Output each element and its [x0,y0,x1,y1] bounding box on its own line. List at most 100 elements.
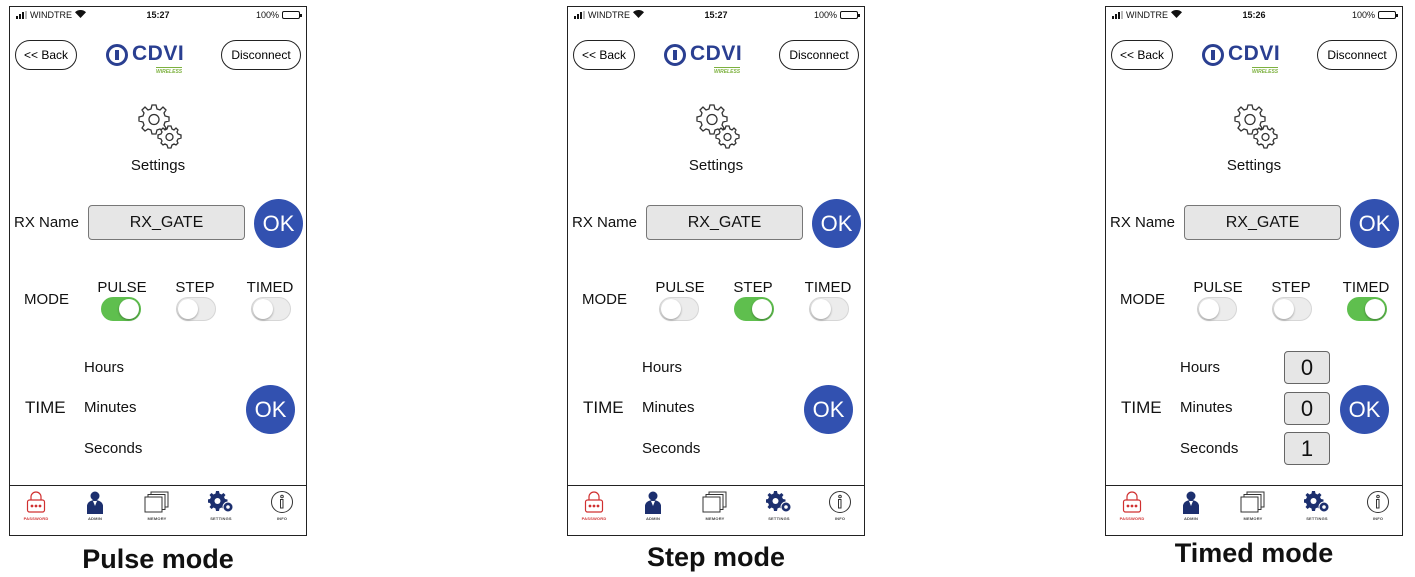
mode-step-toggle[interactable] [734,297,774,321]
status-bar: WINDTRE 15:26 100% [1106,7,1402,25]
rx-name-label: RX Name [572,214,638,231]
admin-user-icon [631,490,675,514]
seconds-label: Seconds [1180,440,1239,457]
padlock-icon [14,490,58,514]
page-title: Settings [1226,157,1282,174]
tab-label: ADMIN [645,516,661,521]
rx-name-input[interactable]: RX_GATE [1184,205,1341,240]
disconnect-button[interactable]: Disconnect [779,40,859,70]
tab-password[interactable]: PASSWORD [572,490,616,534]
cdvi-logo-mark [106,44,128,66]
seconds-input[interactable]: 1 [1284,432,1330,465]
tab-settings[interactable]: SETTINGS [757,490,801,534]
mode-timed-toggle[interactable] [251,297,291,321]
tab-admin[interactable]: ADMIN [73,490,117,534]
logo-subtitle: WIRELESS [156,67,183,75]
tab-password[interactable]: PASSWORD [14,490,58,534]
tab-admin[interactable]: ADMIN [1169,490,1213,534]
toggle-knob [752,299,772,319]
minutes-input[interactable]: 0 [1284,392,1330,425]
toggle-knob [119,299,139,319]
seconds-label: Seconds [84,440,143,457]
hours-input[interactable]: 0 [1284,351,1330,384]
tab-bar: PASSWORD ADMIN MEMORY SETTINGS INFO [568,485,864,536]
minutes-label: Minutes [84,399,137,416]
tab-info[interactable]: INFO [1356,490,1400,534]
tab-label: ADMIN [87,516,103,521]
back-button[interactable]: << Back [573,40,635,70]
info-icon [260,490,304,514]
settings-gear-icon [1228,99,1280,151]
rx-name-input[interactable]: RX_GATE [88,205,245,240]
tab-memory[interactable]: MEMORY [1231,490,1275,534]
memory-stack-icon [693,490,737,514]
tab-label: PASSWORD [581,516,607,521]
tab-bar: PASSWORD ADMIN MEMORY SETTINGS INFO [10,485,306,536]
tab-label: INFO [1372,516,1384,521]
battery-icon [1378,11,1398,19]
rx-name-ok-button[interactable]: OK [812,199,861,248]
time-label: TIME [583,398,624,417]
time-ok-button[interactable]: OK [804,385,853,434]
memory-stack-icon [1231,490,1275,514]
tab-label: PASSWORD [1119,516,1145,521]
mode-step-toggle[interactable] [176,297,216,321]
battery-status: 100% [256,10,302,20]
time-ok-button[interactable]: OK [1340,385,1389,434]
mode-step-toggle[interactable] [1272,297,1312,321]
rx-name-label: RX Name [1110,214,1176,231]
mode-timed-toggle[interactable] [1347,297,1387,321]
tab-settings[interactable]: SETTINGS [1295,490,1339,534]
rx-name-label: RX Name [14,214,80,231]
battery-status: 100% [814,10,860,20]
settings-gear-icon [132,99,184,151]
mode-pulse-label: PULSE [1193,279,1243,296]
tab-label: MEMORY [705,516,725,521]
mode-caption: Timed mode [1174,538,1334,568]
page-title: Settings [130,157,186,174]
mode-timed-toggle[interactable] [809,297,849,321]
tab-admin[interactable]: ADMIN [631,490,675,534]
settings-gears-icon [1295,490,1339,514]
mode-pulse-toggle[interactable] [101,297,141,321]
mode-timed-label: TIMED [1342,279,1390,296]
mode-timed-label: TIMED [804,279,852,296]
back-button[interactable]: << Back [1111,40,1173,70]
memory-stack-icon [135,490,179,514]
admin-user-icon [73,490,117,514]
rx-name-ok-button[interactable]: OK [1350,199,1399,248]
battery-status: 100% [1351,10,1398,20]
toggle-knob [178,299,198,319]
logo-text: CDVI [690,42,743,65]
logo-text: CDVI [132,42,185,65]
mode-label: MODE [24,291,69,308]
cdvi-logo-mark [664,44,686,66]
tab-password[interactable]: PASSWORD [1110,490,1154,534]
tab-settings[interactable]: SETTINGS [199,490,243,534]
toggle-knob [1274,299,1294,319]
phone-screen: WINDTRE 15:27 100% << Back Disconnect CDVI WIR… [9,6,307,536]
back-button[interactable]: << Back [15,40,77,70]
status-bar: WINDTRE 15:27 100% [568,7,864,25]
tab-info[interactable]: INFO [260,490,304,534]
mode-pulse-toggle[interactable] [659,297,699,321]
disconnect-button[interactable]: Disconnect [1317,40,1397,70]
rx-name-input[interactable]: RX_GATE [646,205,803,240]
time-label: TIME [25,398,66,417]
toggle-knob [811,299,831,319]
tab-memory[interactable]: MEMORY [135,490,179,534]
mode-pulse-toggle[interactable] [1197,297,1237,321]
disconnect-button[interactable]: Disconnect [221,40,301,70]
tab-memory[interactable]: MEMORY [693,490,737,534]
settings-gears-icon [757,490,801,514]
battery-percent: 100% [1351,10,1375,20]
mode-label: MODE [582,291,627,308]
info-icon [818,490,862,514]
toggle-knob [253,299,273,319]
toggle-knob [1365,299,1385,319]
rx-name-ok-button[interactable]: OK [254,199,303,248]
time-ok-button[interactable]: OK [246,385,295,434]
logo-subtitle: WIRELESS [1252,67,1279,75]
tab-info[interactable]: INFO [818,490,862,534]
hours-label: Hours [1180,359,1221,376]
